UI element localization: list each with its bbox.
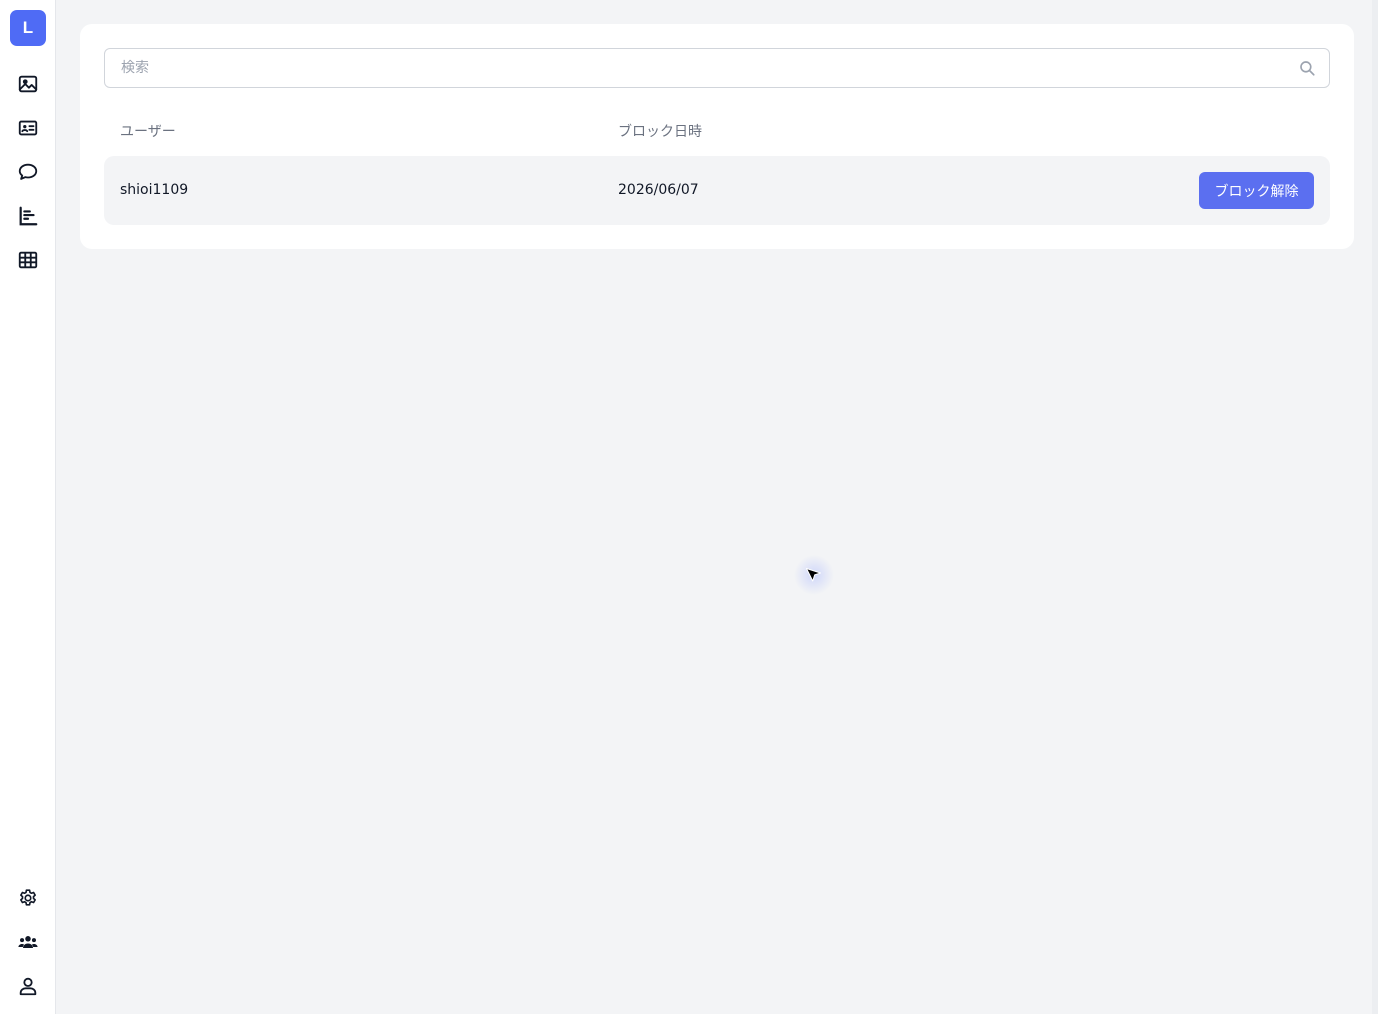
sidebar: L <box>0 0 56 1014</box>
image-icon <box>18 75 38 93</box>
search-bar <box>104 48 1330 88</box>
users-group-icon <box>18 936 38 948</box>
cell-username: shioi1109 <box>120 182 189 198</box>
cell-blocked-date: 2026/06/07 <box>618 182 699 198</box>
unblock-button[interactable]: ブロック解除 <box>1199 172 1314 209</box>
nav-analytics[interactable] <box>15 203 41 229</box>
column-header-blocked-at: ブロック日時 <box>618 124 702 140</box>
nav-settings[interactable] <box>15 885 41 911</box>
chat-bubble-icon <box>18 163 38 180</box>
app-logo[interactable]: L <box>10 10 46 46</box>
table-row: shioi1109 2026/06/07 ブロック解除 <box>104 156 1330 225</box>
nav-team[interactable] <box>15 929 41 955</box>
search-icon[interactable] <box>1298 59 1316 77</box>
column-header-user: ユーザー <box>120 124 176 140</box>
blocked-users-card: ユーザー ブロック日時 shioi1109 2026/06/07 ブロック解除 <box>80 24 1354 249</box>
nav-table[interactable] <box>15 247 41 273</box>
nav-messages[interactable] <box>15 159 41 185</box>
table-grid-icon <box>18 251 38 269</box>
bar-chart-icon <box>19 206 38 226</box>
search-input[interactable] <box>105 49 1281 87</box>
nav-gallery[interactable] <box>15 71 41 97</box>
contact-card-icon <box>18 120 38 136</box>
nav-account[interactable] <box>15 973 41 999</box>
user-icon <box>19 977 37 996</box>
mouse-cursor-icon <box>794 555 834 595</box>
page-scrollbar[interactable] <box>1372 0 1378 1014</box>
nav-profile-card[interactable] <box>15 115 41 141</box>
gear-icon <box>20 889 36 906</box>
